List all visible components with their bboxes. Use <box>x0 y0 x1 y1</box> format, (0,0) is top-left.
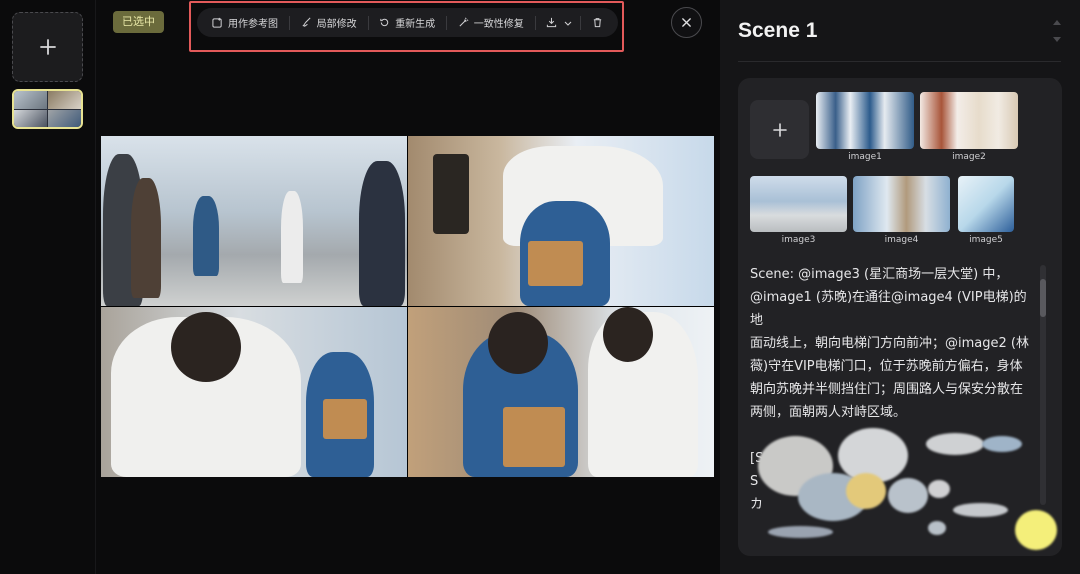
consistency-fix-button[interactable]: 一致性修复 <box>453 8 529 37</box>
storyboard-panel <box>408 136 714 306</box>
close-icon <box>682 18 691 27</box>
reference-image-icon <box>212 17 223 28</box>
plus-icon <box>772 122 787 137</box>
frame-thumbnail-selected[interactable] <box>12 89 83 129</box>
storyboard-image[interactable] <box>101 136 714 477</box>
toolbar-divider <box>367 15 369 30</box>
scene-panel: Scene 1 image1 image2 image3 image4 imag… <box>720 0 1080 574</box>
toolbar-divider <box>289 15 290 30</box>
toolbar-divider <box>446 15 447 30</box>
prompt-line: Scene: @image3 (星汇商场一层大堂) 中， <box>750 267 1009 282</box>
add-reference-button[interactable] <box>750 100 809 159</box>
divider <box>738 61 1061 62</box>
canvas: 已选中 用作参考图 局部修改 重新生成 一致性修复 <box>97 0 720 574</box>
wand-icon <box>458 17 469 28</box>
reference-image-4[interactable]: image4 <box>853 176 950 245</box>
download-button[interactable] <box>541 8 562 37</box>
partial-edit-label: 局部修改 <box>316 19 357 30</box>
partial-edit-button[interactable]: 局部修改 <box>296 8 362 37</box>
scene-card: image1 image2 image3 image4 image5 Scene… <box>738 78 1062 556</box>
reference-image-5[interactable]: image5 <box>958 176 1014 245</box>
add-frame-button[interactable] <box>12 12 83 82</box>
reference-thumbnail <box>816 92 914 149</box>
storyboard-panel <box>101 136 407 306</box>
regenerate-label: 重新生成 <box>395 19 436 30</box>
consistency-fix-label: 一致性修复 <box>473 19 524 30</box>
toolbar-divider <box>534 15 536 30</box>
prompt-line: @image1 (苏晚)在通往@image4 (VIP电梯)的地 <box>750 290 1027 328</box>
use-as-reference-button[interactable]: 用作参考图 <box>207 8 283 37</box>
regenerate-icon <box>379 17 390 28</box>
scene-switcher[interactable] <box>1053 20 1061 42</box>
prompt-line: 面动线上，朝向电梯门方向前冲；@image2 (林 <box>750 336 1029 351</box>
reference-image-1[interactable]: image1 <box>816 92 914 162</box>
reference-label: image4 <box>884 235 919 245</box>
left-rail <box>0 0 96 574</box>
reference-label: image5 <box>969 235 1003 245</box>
reference-thumbnail <box>853 176 950 232</box>
storyboard-panel <box>408 307 714 477</box>
prompt-line: 两侧，面朝两人对峙区域。 <box>750 405 907 420</box>
prompt-line: 薇)守在VIP电梯门口，位于苏晚前方偏右，身体 <box>750 359 1023 374</box>
toolbar-divider <box>580 15 581 30</box>
brush-icon <box>301 17 312 28</box>
reference-label: image2 <box>952 152 986 162</box>
reference-label: image3 <box>781 235 816 245</box>
close-button[interactable] <box>671 7 702 38</box>
regenerate-button[interactable]: 重新生成 <box>374 8 440 37</box>
plus-icon <box>39 39 56 55</box>
reference-image-2[interactable]: image2 <box>920 92 1018 162</box>
prompt-line: 朝向苏晚并半侧挡住门；周围路人与保安分散在 <box>750 382 1024 397</box>
reference-thumbnail <box>750 176 847 232</box>
image-toolbar: 用作参考图 局部修改 重新生成 一致性修复 <box>197 8 618 37</box>
download-options-button[interactable] <box>562 8 574 37</box>
delete-button[interactable] <box>587 8 608 37</box>
reference-thumbnail <box>958 176 1014 232</box>
reference-label: image1 <box>848 152 882 162</box>
download-icon <box>546 17 557 28</box>
reference-image-3[interactable]: image3 <box>750 176 847 245</box>
prompt-scrollbar[interactable] <box>1040 265 1046 505</box>
selected-badge: 已选中 <box>113 11 164 33</box>
scene-title: Scene 1 <box>738 19 818 42</box>
trash-icon <box>592 17 603 28</box>
storyboard-panel <box>101 307 407 477</box>
chevron-down-icon <box>564 19 572 27</box>
reference-thumbnail <box>920 92 1018 149</box>
use-as-reference-label: 用作参考图 <box>228 19 278 30</box>
